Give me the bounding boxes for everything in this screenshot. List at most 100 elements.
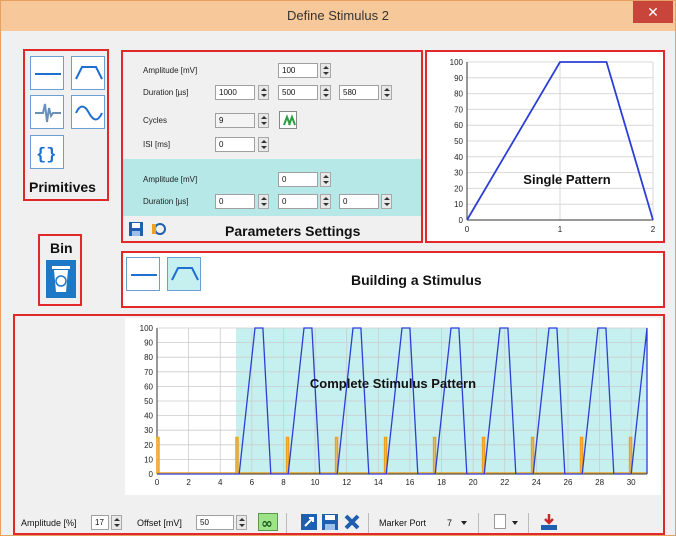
x-tick-label: 0 [155,478,160,487]
cycles-field[interactable]: 9 [215,113,255,128]
duration2-spinner-2[interactable] [320,194,331,209]
y-tick-label: 50 [144,397,153,406]
y-tick-label: 20 [454,184,463,193]
svg-text:{}: {} [36,146,56,165]
single-pattern-title: Single Pattern [523,172,610,187]
x-tick-label: 18 [437,478,446,487]
secondary-parameters-area: Amplitude [mV] 0 Duration [µs] 0 0 0 [123,159,421,216]
y-tick-label: 70 [144,368,153,377]
x-tick-label: 2 [651,225,656,234]
offset-spinner[interactable] [236,515,247,530]
y-tick-label: 80 [144,353,153,362]
duration-spinner-2[interactable] [320,85,331,100]
building-panel: Building a Stimulus [121,251,665,308]
export-icon[interactable] [301,514,317,530]
single-pattern-chart: 0 10 20 30 40 50 60 70 80 90 100 0 1 2 Single Pattern [450,58,656,234]
duration-spinner-3[interactable] [381,85,392,100]
x-tick-label: 4 [218,478,223,487]
cycles-label: Cycles [143,116,168,125]
loop-icon[interactable]: ∞ [258,513,278,532]
duration-label: Duration [µs] [143,88,189,97]
isi-spinner[interactable] [258,137,269,152]
trapezoid-icon[interactable] [71,56,105,90]
y-tick-label: 10 [144,455,153,464]
duration2-spinner-3[interactable] [381,194,392,209]
amplitude-spinner[interactable] [320,63,331,78]
x-tick-label: 16 [405,478,414,487]
bottom-amplitude-label: Amplitude [%] [21,518,77,528]
page-dropdown-icon[interactable] [512,521,518,525]
primitives-label: Primitives [29,179,96,195]
y-tick-label: 60 [144,382,153,391]
braces-icon[interactable]: {} [30,135,64,169]
duration2-spinner-1[interactable] [258,194,269,209]
y-tick-label: 80 [454,90,463,99]
flat-line-icon[interactable] [30,56,64,90]
x-tick-label: 12 [342,478,351,487]
duration2-field-3[interactable]: 0 [339,194,379,209]
x-tick-label: 2 [186,478,191,487]
separator-1 [286,513,287,533]
recycle-bin-icon[interactable] [46,260,76,298]
y-tick-label: 20 [144,441,153,450]
apply-cycles-icon[interactable] [279,111,297,129]
x-tick-label: 24 [532,478,541,487]
duration-spinner-1[interactable] [258,85,269,100]
duration2-label: Duration [µs] [143,197,189,206]
y-tick-label: 0 [149,470,154,479]
title-bar: Define Stimulus 2 ✕ [1,1,675,31]
marker-port-dropdown-icon[interactable] [461,521,467,525]
x-tick-label: 14 [374,478,383,487]
x-tick-label: 26 [564,478,573,487]
duration2-field-1[interactable]: 0 [215,194,255,209]
y-tick-label: 70 [454,105,463,114]
marker-port-label: Marker Port [379,518,427,528]
amplitude2-spinner[interactable] [320,172,331,187]
window-title: Define Stimulus 2 [287,8,389,23]
delete-icon[interactable] [344,514,360,530]
y-tick-label: 100 [450,58,464,67]
x-tick-label: 1 [558,225,563,234]
load-icon[interactable] [151,222,167,236]
offset-field[interactable]: 50 [196,515,234,530]
duration-field-1[interactable]: 1000 [215,85,255,100]
single-pattern-panel: 0 10 20 30 40 50 60 70 80 90 100 0 1 2 Single Pattern [425,50,665,243]
offset-label: Offset [mV] [137,518,182,528]
save-pattern-icon[interactable] [322,514,338,530]
sine-icon[interactable] [71,95,105,129]
building-title: Building a Stimulus [351,272,482,288]
svg-text:∞: ∞ [261,516,273,532]
x-tick-label: 22 [500,478,509,487]
close-button[interactable]: ✕ [633,1,673,23]
duration2-field-2[interactable]: 0 [278,194,318,209]
download-icon[interactable] [540,513,558,531]
duration-field-3[interactable]: 580 [339,85,379,100]
x-tick-label: 20 [469,478,478,487]
save-icon[interactable] [129,222,143,236]
amplitude-field[interactable]: 100 [278,63,318,78]
y-tick-label: 10 [454,200,463,209]
pulse-icon[interactable] [30,95,64,129]
complete-pattern-panel: 0 10 20 30 40 50 60 70 80 90 100 0 2 4 6 8 10 12 14 16 18 20 2… [13,314,665,535]
building-trapezoid-icon[interactable] [167,257,201,291]
isi-field[interactable]: 0 [215,137,255,152]
complete-pattern-title: Complete Stimulus Pattern [310,376,476,391]
define-stimulus-window: Define Stimulus 2 ✕ {} Primitives Bin Am… [0,0,676,536]
parameters-panel: Amplitude [mV] 100 Duration [µs] 1000 50… [121,50,423,243]
bin-panel: Bin [38,234,82,306]
bottom-amplitude-spinner[interactable] [111,515,122,530]
bottom-amplitude-field[interactable]: 17 [91,515,109,530]
amplitude2-field[interactable]: 0 [278,172,318,187]
cycles-spinner[interactable] [258,113,269,128]
amplitude2-label: Amplitude [mV] [143,175,198,184]
duration-field-2[interactable]: 500 [278,85,318,100]
bin-label: Bin [50,240,73,256]
amplitude-label: Amplitude [mV] [143,66,198,75]
y-tick-label: 100 [140,324,154,333]
x-tick-label: 8 [281,478,286,487]
page-icon[interactable] [494,514,506,529]
marker-port-value[interactable]: 7 [447,518,452,528]
x-tick-label: 0 [465,225,470,234]
y-tick-label: 40 [454,153,463,162]
building-flat-line-icon[interactable] [126,257,160,291]
